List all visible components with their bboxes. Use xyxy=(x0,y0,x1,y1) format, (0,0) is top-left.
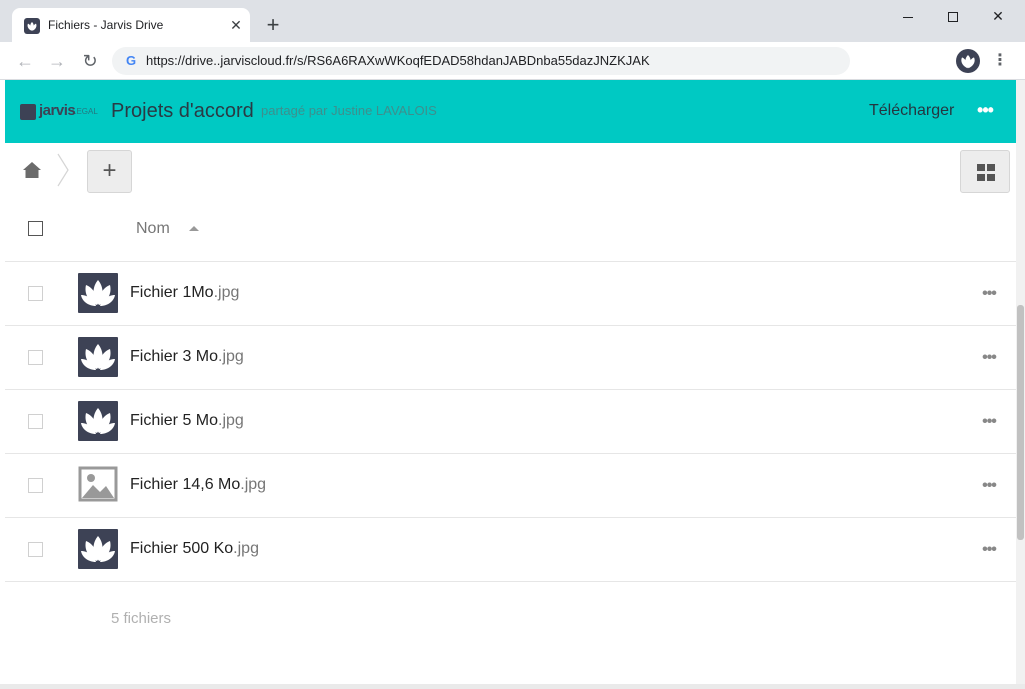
row-checkbox[interactable] xyxy=(28,542,43,557)
home-icon[interactable] xyxy=(22,161,42,179)
jarvis-logo-thumbnail-icon[interactable] xyxy=(78,337,118,377)
profile-avatar[interactable] xyxy=(956,49,980,73)
select-all-checkbox[interactable] xyxy=(28,221,43,236)
row-checkbox[interactable] xyxy=(28,350,43,365)
address-bar[interactable]: G https://drive..jarviscloud.fr/s/RS6A6R… xyxy=(112,47,850,75)
add-button[interactable]: + xyxy=(87,150,132,193)
app-header: jarvis LEGAL Projets d'accord partagé pa… xyxy=(5,80,1016,143)
file-name[interactable]: Fichier 1Mo.jpg xyxy=(130,284,239,302)
download-button[interactable]: Télécharger xyxy=(869,102,954,120)
file-name[interactable]: Fichier 14,6 Mo.jpg xyxy=(130,476,266,494)
jarvis-logo-icon xyxy=(20,104,36,120)
file-count-summary: 5 fichiers xyxy=(111,610,172,627)
jarvis-logo-thumbnail-icon[interactable] xyxy=(78,529,118,569)
file-row[interactable]: Fichier 3 Mo.jpg ••• xyxy=(5,326,1016,390)
browser-toolbar: ← → ↻ G https://drive..jarviscloud.fr/s/… xyxy=(0,42,1025,80)
vertical-scrollbar[interactable] xyxy=(1016,80,1025,689)
tab-title: Fichiers - Jarvis Drive xyxy=(48,18,164,32)
browser-menu-icon[interactable]: ⋮ xyxy=(991,50,1009,72)
maximize-window-button[interactable] xyxy=(931,4,975,28)
close-window-button[interactable]: ✕ xyxy=(976,4,1020,28)
reload-icon[interactable]: ↻ xyxy=(79,50,101,72)
new-tab-button[interactable]: + xyxy=(262,14,284,36)
grid-icon xyxy=(977,164,995,181)
back-arrow-icon[interactable]: ← xyxy=(14,50,36,72)
folder-title: Projets d'accord xyxy=(111,100,254,122)
row-more-icon[interactable]: ••• xyxy=(977,540,1001,560)
logo-text: jarvis xyxy=(39,102,76,119)
breadcrumb-separator-icon xyxy=(56,152,70,188)
jarvis-favicon-icon xyxy=(24,18,40,34)
name-column-header[interactable]: Nom xyxy=(136,220,170,238)
file-name[interactable]: Fichier 3 Mo.jpg xyxy=(130,348,244,366)
more-options-icon[interactable]: ••• xyxy=(975,98,995,122)
row-more-icon[interactable]: ••• xyxy=(977,348,1001,368)
grid-view-toggle[interactable] xyxy=(960,150,1010,193)
image-placeholder-icon[interactable] xyxy=(78,465,118,505)
scrollbar-thumb[interactable] xyxy=(1017,305,1024,540)
close-tab-icon[interactable]: ✕ xyxy=(228,17,244,33)
url-text[interactable]: https://drive..jarviscloud.fr/s/RS6A6RAX… xyxy=(146,53,650,68)
row-checkbox[interactable] xyxy=(28,286,43,301)
jarvis-logo-thumbnail-icon[interactable] xyxy=(78,401,118,441)
tab-strip: Fichiers - Jarvis Drive ✕ + ✕ xyxy=(0,0,1025,42)
file-name[interactable]: Fichier 5 Mo.jpg xyxy=(130,412,244,430)
file-row[interactable]: Fichier 14,6 Mo.jpg ••• xyxy=(5,454,1016,518)
row-more-icon[interactable]: ••• xyxy=(977,476,1001,496)
forward-arrow-icon[interactable]: → xyxy=(46,50,68,72)
window-bottom-edge xyxy=(0,684,1025,689)
file-row[interactable]: Fichier 1Mo.jpg ••• xyxy=(5,262,1016,326)
shared-by-text: partagé par Justine LAVALOIS xyxy=(261,103,437,118)
file-name[interactable]: Fichier 500 Ko.jpg xyxy=(130,540,259,558)
row-more-icon[interactable]: ••• xyxy=(977,412,1001,432)
browser-tab[interactable]: Fichiers - Jarvis Drive ✕ xyxy=(12,8,250,42)
row-checkbox[interactable] xyxy=(28,478,43,493)
browser-chrome: Fichiers - Jarvis Drive ✕ + ✕ ← → ↻ G ht… xyxy=(0,0,1025,80)
minimize-window-button[interactable] xyxy=(886,4,930,28)
file-list-header: Nom xyxy=(5,200,1016,262)
jarvis-logo-thumbnail-icon[interactable] xyxy=(78,273,118,313)
row-more-icon[interactable]: ••• xyxy=(977,284,1001,304)
jarvis-logo[interactable]: jarvis LEGAL xyxy=(20,102,100,121)
file-row[interactable]: Fichier 5 Mo.jpg ••• xyxy=(5,390,1016,454)
google-icon: G xyxy=(125,53,137,68)
file-row[interactable]: Fichier 500 Ko.jpg ••• xyxy=(5,518,1016,582)
row-checkbox[interactable] xyxy=(28,414,43,429)
sort-ascending-icon[interactable] xyxy=(189,226,199,231)
logo-subtext: LEGAL xyxy=(72,107,98,116)
